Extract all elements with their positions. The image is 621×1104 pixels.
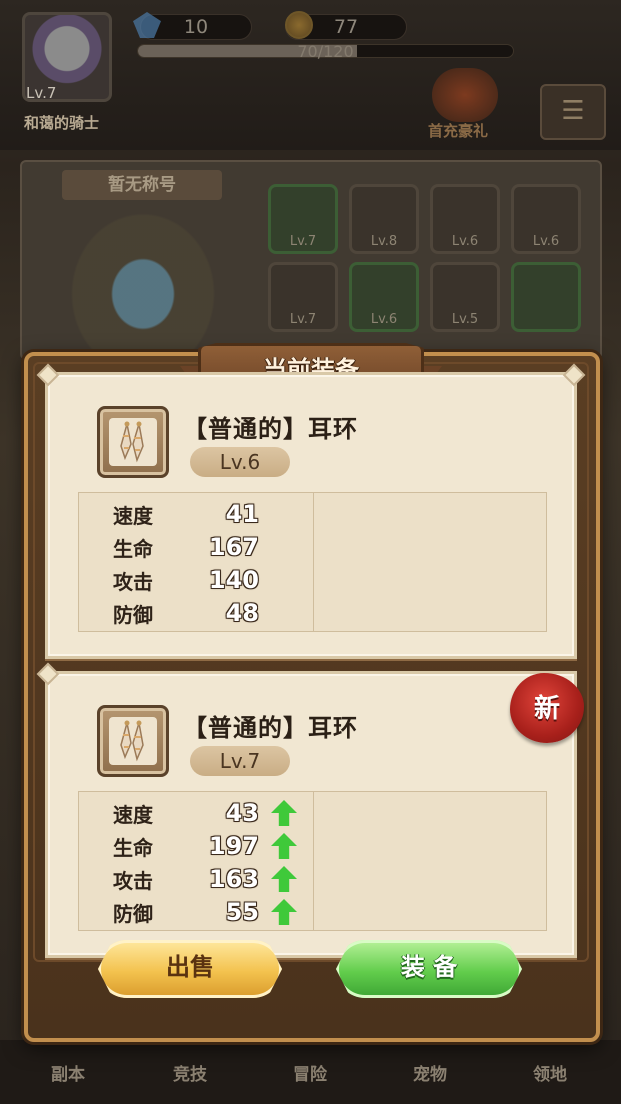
stat-value: 55 <box>225 898 259 926</box>
nav-tab[interactable]: 宠物 <box>390 1060 470 1085</box>
current-item-level: Lv.6 <box>190 447 290 477</box>
equipment-slot[interactable]: Lv.5 <box>430 262 500 332</box>
stat-label: 速度 <box>113 504 153 528</box>
current-item-card: 【普通的】耳环 Lv.6 速度 41 生命 167 攻击 140 防御 48 <box>36 363 586 659</box>
stat-row: 防御 48 <box>79 596 313 629</box>
player-level: Lv.7 <box>26 84 57 102</box>
stat-label: 攻击 <box>113 869 153 893</box>
hero-portrait <box>68 210 218 350</box>
equipment-slot-level: Lv.5 <box>451 312 479 327</box>
stat-increase-arrow-icon <box>271 833 297 859</box>
stat-label: 攻击 <box>113 570 153 594</box>
nav-tab[interactable]: 副本 <box>28 1060 108 1085</box>
equipment-slot-level: Lv.6 <box>370 312 398 327</box>
equipment-slot[interactable]: Lv.6 <box>430 184 500 254</box>
stat-row: 速度 43 <box>79 796 313 829</box>
stat-increase-arrow-icon <box>271 899 297 925</box>
stat-increase-arrow-icon <box>271 800 297 826</box>
stats-divider <box>313 792 314 930</box>
equipment-slot-level: Lv.7 <box>289 234 317 249</box>
stat-label: 防御 <box>113 902 153 926</box>
stats-divider <box>313 493 314 631</box>
stat-row: 生命 197 <box>79 829 313 862</box>
new-item-card: 【普通的】耳环 Lv.7 速度 43 生命 197 攻击 163 防御 55 <box>36 662 577 958</box>
stat-value: 41 <box>225 500 259 528</box>
current-stats-table: 速度 41 生命 167 攻击 140 防御 48 <box>78 492 547 632</box>
nav-tab[interactable]: 领地 <box>510 1060 590 1085</box>
stat-row: 防御 55 <box>79 895 313 928</box>
equipment-slot-level: Lv.8 <box>370 234 398 249</box>
new-item-name: 【普通的】耳环 <box>183 714 358 742</box>
equipment-slot-level: Lv.7 <box>289 312 317 327</box>
new-badge-label: 新 <box>533 694 560 724</box>
stat-label: 速度 <box>113 803 153 827</box>
stat-row: 速度 41 <box>79 497 313 530</box>
equip-button[interactable]: 装 备 <box>336 940 522 998</box>
exp-text: 70/120 <box>297 42 354 61</box>
sell-button[interactable]: 出售 <box>98 940 282 998</box>
stat-increase-arrow-icon <box>271 866 297 892</box>
current-item-icon-frame[interactable] <box>97 406 169 478</box>
stat-label: 防御 <box>113 603 153 627</box>
nav-tab[interactable]: 冒险 <box>270 1060 350 1085</box>
nav-tab[interactable]: 竞技 <box>150 1060 230 1085</box>
stat-value: 163 <box>208 865 259 893</box>
menu-button[interactable]: ☰ <box>540 84 606 140</box>
equipment-slot[interactable]: Lv.6 <box>349 262 419 332</box>
new-stats-table: 速度 43 生命 197 攻击 163 防御 55 <box>78 791 547 931</box>
first-recharge-gift-icon[interactable] <box>432 68 498 122</box>
stat-value: 197 <box>208 832 259 860</box>
stat-label: 生命 <box>113 836 153 860</box>
current-item-name: 【普通的】耳环 <box>183 415 358 443</box>
first-recharge-gift-label[interactable]: 首充豪礼 <box>428 120 488 141</box>
coin-icon <box>285 11 313 39</box>
player-name: 和蔼的骑士 <box>24 114 100 132</box>
new-item-icon-frame[interactable] <box>97 705 169 777</box>
equipment-slot[interactable]: Lv.6 <box>511 184 581 254</box>
stat-label: 生命 <box>113 537 153 561</box>
stat-row: 攻击 140 <box>79 563 313 596</box>
new-item-level: Lv.7 <box>190 746 290 776</box>
stat-value: 167 <box>208 533 259 561</box>
stat-value: 48 <box>225 599 259 627</box>
earring-icon <box>109 418 157 466</box>
equipment-slot[interactable]: Lv.7 <box>268 184 338 254</box>
equipment-slot-level: Lv.6 <box>532 234 560 249</box>
gem-count: 10 <box>183 16 209 38</box>
equipment-slot-level: Lv.6 <box>451 234 479 249</box>
equipment-slot[interactable] <box>511 262 581 332</box>
stat-value: 140 <box>208 566 259 594</box>
equipment-slot[interactable]: Lv.7 <box>268 262 338 332</box>
hero-title: 暂无称号 <box>62 170 222 200</box>
coin-count: 77 <box>333 16 359 38</box>
equipment-slot[interactable]: Lv.8 <box>349 184 419 254</box>
stat-row: 生命 167 <box>79 530 313 563</box>
earring-icon <box>109 717 157 765</box>
stat-value: 43 <box>225 799 259 827</box>
stat-row: 攻击 163 <box>79 862 313 895</box>
